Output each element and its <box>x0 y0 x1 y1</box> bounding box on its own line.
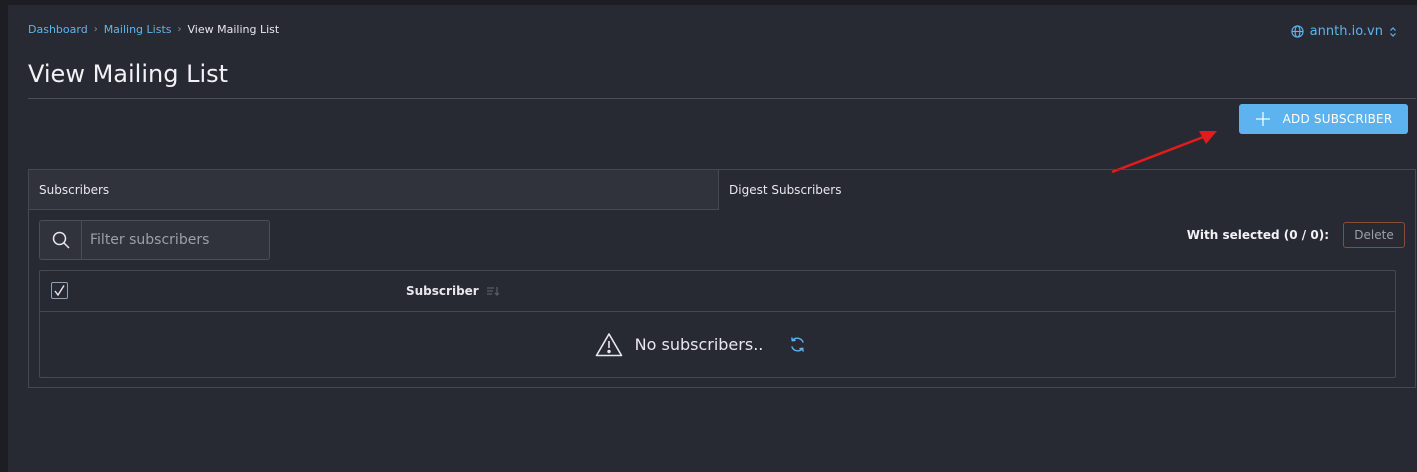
warning-icon <box>595 332 622 356</box>
selection-count: With selected (0 / 0): <box>1186 228 1329 242</box>
search-icon <box>40 221 82 259</box>
refresh-button[interactable] <box>789 336 806 353</box>
globe-icon <box>1291 25 1304 38</box>
tab-digest-subscribers[interactable]: Digest Subscribers <box>719 170 1415 210</box>
tab-bar: Subscribers Digest Subscribers <box>29 170 1415 210</box>
add-subscriber-label: ADD SUBSCRIBER <box>1282 112 1393 126</box>
main-panel: Dashboard › Mailing Lists › View Mailing… <box>8 5 1417 472</box>
tab-subscribers[interactable]: Subscribers <box>29 170 719 210</box>
breadcrumb-current: View Mailing List <box>187 23 280 36</box>
subscribers-card: Subscribers Digest Subscribers With sele… <box>28 169 1416 388</box>
empty-message: No subscribers.. <box>634 334 764 354</box>
filter-subscribers-input[interactable] <box>82 231 262 249</box>
refresh-icon <box>791 336 805 352</box>
site-name: annth.io.vn <box>1309 24 1383 39</box>
breadcrumb-chevron-icon: › <box>93 24 98 35</box>
select-all-checkbox[interactable] <box>51 282 68 299</box>
sort-icon <box>486 287 499 296</box>
tab-label: Digest Subscribers <box>729 183 842 197</box>
breadcrumb-dashboard[interactable]: Dashboard <box>28 23 88 36</box>
breadcrumb-mailing-lists[interactable]: Mailing Lists <box>104 23 172 36</box>
subscribers-table: Subscriber No subscribers.. <box>39 270 1396 378</box>
breadcrumb: Dashboard › Mailing Lists › View Mailing… <box>28 23 279 36</box>
title-divider <box>28 98 1416 99</box>
delete-button[interactable]: Delete <box>1343 222 1405 248</box>
tab-label: Subscribers <box>39 182 110 197</box>
add-subscriber-button[interactable]: ADD SUBSCRIBER <box>1239 104 1408 134</box>
checkmark-icon <box>54 285 65 297</box>
plus-icon <box>1255 112 1270 126</box>
page-title: View Mailing List <box>28 60 229 88</box>
column-header-subscriber[interactable]: Subscriber <box>406 284 499 298</box>
empty-state: No subscribers.. <box>40 312 1395 376</box>
chevron-updown-icon <box>1390 26 1396 37</box>
breadcrumb-chevron-icon: › <box>177 24 182 35</box>
site-switcher[interactable]: annth.io.vn <box>1291 24 1397 39</box>
filter-box <box>39 220 270 260</box>
column-label: Subscriber <box>406 284 479 298</box>
table-header: Subscriber <box>40 271 1395 312</box>
